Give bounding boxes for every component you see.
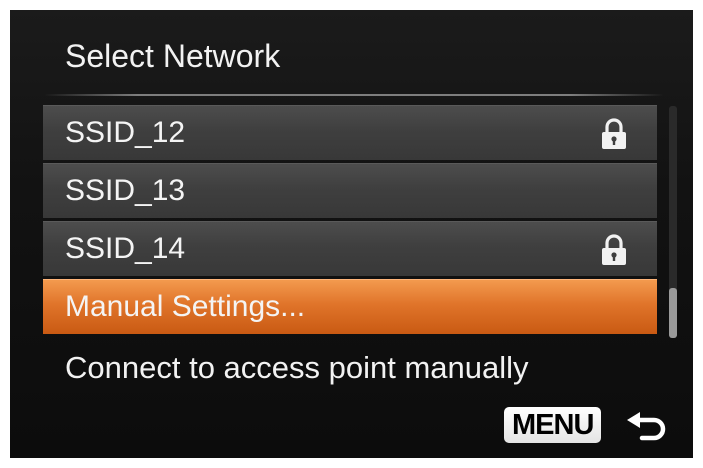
title-divider: [44, 94, 664, 96]
network-item-label: SSID_13: [65, 174, 186, 207]
network-item-label: SSID_14: [65, 232, 186, 265]
network-item-ssid-12[interactable]: SSID_12: [43, 105, 657, 160]
network-item-manual-settings[interactable]: Manual Settings...: [43, 279, 657, 334]
network-item-label: SSID_12: [65, 116, 186, 149]
option-description: Connect to access point manually: [65, 350, 529, 385]
camera-screen: Select Network SSID_12 SSID_13 SSID_14 M…: [10, 10, 693, 458]
network-item-label: Manual Settings...: [65, 290, 306, 323]
page-title: Select Network: [65, 38, 281, 74]
menu-button[interactable]: MENU: [504, 407, 602, 443]
lock-icon: [602, 234, 626, 265]
network-list: SSID_12 SSID_13 SSID_14 Manual Settings.…: [43, 105, 657, 337]
network-item-ssid-14[interactable]: SSID_14: [43, 221, 657, 276]
lock-icon: [602, 118, 626, 149]
scrollbar-thumb[interactable]: [669, 288, 677, 338]
return-arrow-icon[interactable]: [624, 412, 670, 442]
network-item-ssid-13[interactable]: SSID_13: [43, 163, 657, 218]
